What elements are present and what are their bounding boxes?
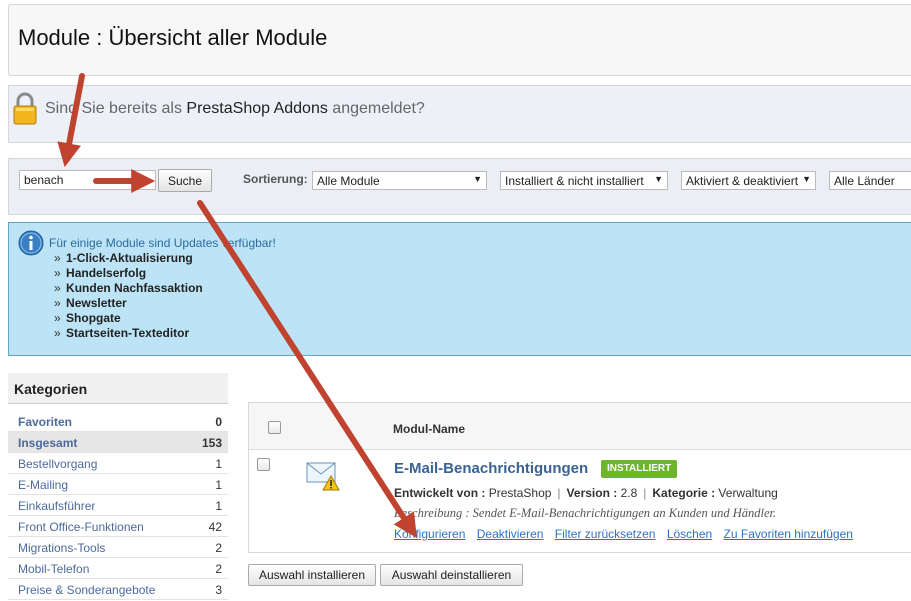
update-item[interactable]: » 1-Click-Aktualisierung xyxy=(54,251,193,265)
chevron-down-icon: ▼ xyxy=(473,174,482,184)
category-meta-label: Kategorie : xyxy=(652,486,716,500)
category-count: 0 xyxy=(215,415,222,429)
update-item-label: Startseiten-Texteditor xyxy=(66,326,190,340)
page-title: Module : Übersicht aller Module xyxy=(18,25,328,50)
category-count: 2 xyxy=(215,562,222,576)
update-item-label: Kunden Nachfassaktion xyxy=(66,281,203,295)
install-status-select[interactable]: Installiert & nicht installiert ▼ xyxy=(500,171,668,190)
category-item[interactable]: E-Mailing 1 xyxy=(8,474,228,495)
sort-label: Sortierung: xyxy=(243,172,308,186)
category-label: Bestellvorgang xyxy=(18,457,98,471)
active-select-value: Aktiviert & deaktiviert xyxy=(686,174,799,188)
category-count: 153 xyxy=(201,436,222,450)
category-count: 1 xyxy=(215,499,222,513)
category-item[interactable]: Preise & Sonderangebote 3 xyxy=(8,579,228,600)
reset-filter-link[interactable]: Filter zurücksetzen xyxy=(555,527,656,541)
configure-link[interactable]: Konfigurieren xyxy=(394,527,465,541)
category-item[interactable]: Einkaufsführer 1 xyxy=(8,495,228,516)
developer-label: Entwickelt von : xyxy=(394,486,486,500)
update-item[interactable]: » Newsletter xyxy=(54,296,127,310)
category-label: Einkaufsführer xyxy=(18,499,96,513)
categories-title: Kategorien xyxy=(14,381,88,397)
update-item-label: 1-Click-Aktualisierung xyxy=(66,251,193,265)
category-label: Insgesamt xyxy=(18,436,78,450)
update-item[interactable]: » Handelserfolg xyxy=(54,266,146,280)
lock-icon xyxy=(13,92,37,125)
category-item[interactable]: Mobil-Telefon 2 xyxy=(8,558,228,579)
addons-login-text: Sind Sie bereits als PrestaShop Addons a… xyxy=(45,100,425,118)
active-status-select[interactable]: Aktiviert & deaktiviert ▼ xyxy=(681,171,816,190)
developer-value: PrestaShop xyxy=(488,486,552,500)
update-item-label: Shopgate xyxy=(66,311,121,325)
category-label: Migrations-Tools xyxy=(18,541,106,555)
category-label: Favoriten xyxy=(18,415,73,429)
chevron-down-icon: ▼ xyxy=(654,174,663,184)
mail-warning-icon xyxy=(306,462,340,491)
install-selected-button[interactable]: Auswahl installieren xyxy=(248,564,376,586)
update-item[interactable]: » Startseiten-Texteditor xyxy=(54,326,189,340)
uninstall-selected-button[interactable]: Auswahl deinstallieren xyxy=(380,564,523,586)
category-item-favorites[interactable]: Favoriten 0 xyxy=(8,411,228,432)
addons-text-after: angemeldet? xyxy=(327,100,425,117)
deactivate-link[interactable]: Deaktivieren xyxy=(477,527,544,541)
category-count: 1 xyxy=(215,478,222,492)
search-button[interactable]: Suche xyxy=(158,169,212,192)
installed-badge: INSTALLIERT xyxy=(601,460,678,478)
add-favorite-link[interactable]: Zu Favoriten hinzufügen xyxy=(724,527,853,541)
install-select-value: Installiert & nicht installiert xyxy=(505,174,644,188)
category-count: 1 xyxy=(215,457,222,471)
module-description: Beschreibung : Sendet E-Mail-Benachricht… xyxy=(394,506,777,520)
category-select[interactable]: Alle Module ▼ xyxy=(312,171,487,190)
category-label: Preise & Sonderangebote xyxy=(18,583,156,597)
category-meta-value: Verwaltung xyxy=(718,486,778,500)
module-name[interactable]: E-Mail-Benachrichtigungen xyxy=(394,460,588,477)
category-item[interactable]: Migrations-Tools 2 xyxy=(8,537,228,558)
category-count: 42 xyxy=(208,520,222,534)
table-header xyxy=(249,403,911,450)
category-count: 2 xyxy=(215,541,222,555)
addons-text-before: Sind Sie bereits als xyxy=(45,100,187,117)
chevron-down-icon: ▼ xyxy=(802,174,811,184)
category-select-value: Alle Module xyxy=(317,174,380,188)
update-item-label: Handelserfolg xyxy=(66,266,147,280)
column-header-name[interactable]: Modul-Name xyxy=(393,422,465,436)
country-select-value: Alle Länder xyxy=(834,174,895,188)
delete-link[interactable]: Löschen xyxy=(667,527,712,541)
version-label: Version : xyxy=(566,486,618,500)
module-actions: Konfigurieren Deaktivieren Filter zurück… xyxy=(394,527,861,541)
category-item-total[interactable]: Insgesamt 153 xyxy=(8,432,228,453)
country-select[interactable]: Alle Länder xyxy=(829,171,911,190)
update-title: Für einige Module sind Updates verfügbar… xyxy=(49,236,276,250)
update-item-label: Newsletter xyxy=(66,296,127,310)
category-label: Front Office-Funktionen xyxy=(18,520,144,534)
module-meta: Entwickelt von : PrestaShop | Version : 2.… xyxy=(394,486,778,500)
category-label: E-Mailing xyxy=(18,478,69,492)
category-item[interactable]: Front Office-Funktionen 42 xyxy=(8,516,228,537)
update-item[interactable]: » Shopgate xyxy=(54,311,121,325)
version-value: 2.8 xyxy=(620,486,638,500)
update-item[interactable]: » Kunden Nachfassaktion xyxy=(54,281,203,295)
module-row-checkbox[interactable] xyxy=(257,458,270,471)
category-item[interactable]: Bestellvorgang 1 xyxy=(8,453,228,474)
category-label: Mobil-Telefon xyxy=(18,562,90,576)
addons-brand: PrestaShop Addons xyxy=(186,100,328,117)
category-count: 3 xyxy=(215,583,222,597)
select-all-checkbox[interactable] xyxy=(268,421,281,434)
info-icon xyxy=(18,230,44,256)
search-input[interactable] xyxy=(19,170,156,190)
